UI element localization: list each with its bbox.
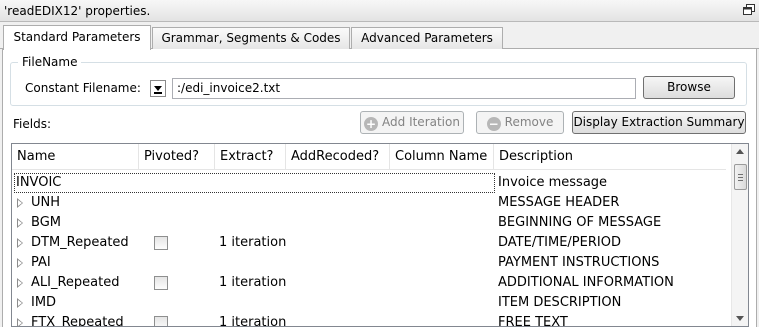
column-header-addrecoded[interactable]: AddRecoded? [286, 144, 390, 170]
filename-group-title: FileName [18, 55, 82, 69]
display-extraction-summary-button[interactable]: Display Extraction Summary [572, 111, 746, 134]
row-extract[interactable]: 1 iteration [219, 233, 286, 253]
minus-icon: − [486, 117, 501, 131]
filename-mode-dropdown[interactable] [150, 80, 166, 97]
table-row[interactable]: BGM BEGINNING OF MESSAGE [12, 213, 726, 233]
scroll-down-arrow-icon[interactable] [736, 316, 744, 321]
expand-arrow-icon[interactable] [17, 258, 23, 268]
fields-tree[interactable]: Name Pivoted? Extract? AddRecoded? Colum… [11, 143, 749, 327]
restore-icon[interactable] [743, 4, 755, 16]
expand-arrow-icon[interactable] [17, 198, 23, 208]
column-header-column-name[interactable]: Column Name [390, 144, 494, 170]
add-iteration-label: Add Iteration [382, 115, 460, 129]
tab-advanced-parameters[interactable]: Advanced Parameters [351, 27, 503, 49]
browse-button[interactable]: Browse [643, 76, 735, 99]
row-description: Invoice message [498, 175, 608, 190]
plus-icon: + [364, 117, 379, 131]
column-header-pivoted[interactable]: Pivoted? [139, 144, 215, 170]
row-description: MESSAGE HEADER [498, 195, 620, 210]
table-row[interactable]: DTM_Repeated 1 iteration DATE/TIME/PERIO… [12, 233, 726, 253]
row-extract[interactable]: 1 iteration [219, 313, 286, 326]
window-title: 'readEDIX12' properties. [4, 4, 151, 18]
column-header-name[interactable]: Name [12, 144, 139, 170]
row-name: BGM [31, 215, 61, 230]
table-row[interactable]: INVOIC Invoice message [12, 173, 726, 193]
table-row[interactable]: PAI PAYMENT INSTRUCTIONS [12, 253, 726, 273]
tab-standard-parameters[interactable]: Standard Parameters [3, 25, 151, 50]
row-name: INVOIC [16, 175, 62, 190]
table-row[interactable]: IMD ITEM DESCRIPTION [12, 293, 726, 313]
row-description: ADDITIONAL INFORMATION [498, 275, 674, 290]
scroll-thumb[interactable] [734, 164, 747, 190]
expand-arrow-icon[interactable] [17, 238, 23, 248]
tab-strip: Standard Parameters Grammar, Segments & … [0, 25, 759, 50]
constant-filename-label: Constant Filename: [25, 81, 141, 95]
filename-input[interactable]: :/edi_invoice2.txt [172, 78, 636, 99]
row-name: UNH [31, 195, 61, 210]
remove-label: Remove [504, 115, 554, 129]
scroll-up-arrow-icon[interactable] [736, 149, 744, 154]
column-header-description[interactable]: Description [494, 144, 726, 170]
row-name: FTX_Repeated [31, 315, 124, 327]
column-header-extract[interactable]: Extract? [215, 144, 286, 170]
row-description: FREE TEXT [498, 315, 568, 327]
add-iteration-button[interactable]: + Add Iteration [360, 111, 464, 134]
selection-outline [14, 173, 495, 193]
pivoted-checkbox[interactable] [154, 316, 168, 326]
expand-arrow-icon[interactable] [17, 318, 23, 326]
row-extract[interactable]: 1 iteration [219, 273, 286, 293]
row-description: ITEM DESCRIPTION [498, 295, 622, 310]
pivoted-checkbox[interactable] [154, 276, 168, 290]
tab-grammar-segments-codes[interactable]: Grammar, Segments & Codes [152, 27, 350, 49]
row-name: PAI [31, 255, 51, 270]
vertical-scrollbar[interactable] [731, 144, 748, 326]
row-name: ALI_Repeated [31, 275, 120, 290]
row-description: BEGINNING OF MESSAGE [498, 215, 662, 230]
expand-arrow-icon[interactable] [17, 218, 23, 228]
table-row[interactable]: UNH MESSAGE HEADER [12, 193, 726, 213]
row-description: DATE/TIME/PERIOD [498, 235, 621, 250]
table-row[interactable]: ALI_Repeated 1 iteration ADDITIONAL INFO… [12, 273, 726, 293]
remove-button[interactable]: − Remove [476, 111, 564, 134]
row-name: DTM_Repeated [31, 235, 129, 250]
fields-label: Fields: [13, 117, 51, 131]
table-row[interactable]: FTX_Repeated 1 iteration FREE TEXT [12, 313, 726, 327]
row-description: PAYMENT INSTRUCTIONS [498, 255, 660, 270]
title-bar: 'readEDIX12' properties. [0, 0, 759, 22]
tree-header: Name Pivoted? Extract? AddRecoded? Colum… [12, 144, 726, 170]
expand-arrow-icon[interactable] [17, 298, 23, 308]
expand-arrow-icon[interactable] [17, 278, 23, 288]
row-name: IMD [31, 295, 57, 310]
pivoted-checkbox[interactable] [154, 236, 168, 250]
